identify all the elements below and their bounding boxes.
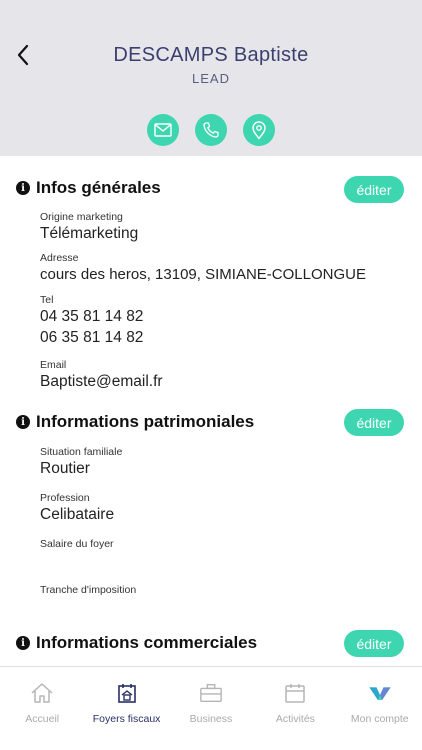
family-situation-label: Situation familiale xyxy=(40,446,123,458)
tab-accueil[interactable]: Accueil xyxy=(0,667,84,750)
tax-bracket-label: Tranche d'imposition xyxy=(40,584,137,596)
location-button[interactable] xyxy=(243,114,275,146)
edit-general-button[interactable]: éditer xyxy=(344,176,404,203)
address-value: cours des heros, 13109, SIMIANE-COLLONGU… xyxy=(40,266,366,283)
address-label: Adresse xyxy=(40,252,79,264)
info-icon: i xyxy=(16,415,30,429)
section-title-text: Infos générales xyxy=(36,178,161,197)
section-commercial-title: i Informations commerciales xyxy=(16,633,257,653)
contact-name: DESCAMPS Baptiste xyxy=(113,44,309,66)
calendar-icon xyxy=(283,681,307,705)
tab-label: Activités xyxy=(275,713,315,725)
tab-label: Business xyxy=(189,713,233,725)
contact-status: LEAD xyxy=(192,71,230,86)
bottom-tab-bar: Accueil Foyers fiscaux Business Activité… xyxy=(0,666,422,750)
contact-details[interactable]: i Infos générales éditer Origine marketi… xyxy=(0,156,422,666)
brand-logo-icon xyxy=(368,681,392,705)
tel-value-2[interactable]: 06 35 81 14 82 xyxy=(40,329,143,347)
briefcase-icon xyxy=(199,681,223,705)
section-title-text: Informations patrimoniales xyxy=(36,412,255,431)
profession-value: Celibataire xyxy=(40,506,115,523)
info-icon: i xyxy=(16,636,30,650)
location-pin-icon xyxy=(252,120,266,140)
profession-label: Profession xyxy=(40,492,90,504)
tab-foyers-fiscaux[interactable]: Foyers fiscaux xyxy=(84,667,168,750)
contact-header: DESCAMPS Baptiste LEAD xyxy=(0,0,422,156)
phone-icon xyxy=(203,122,219,138)
edit-commercial-button[interactable]: éditer xyxy=(344,630,404,657)
call-button[interactable] xyxy=(195,114,227,146)
tab-label: Mon compte xyxy=(350,713,409,725)
tab-label: Foyers fiscaux xyxy=(92,713,161,725)
origin-value: Télémarketing xyxy=(40,225,139,242)
tel-label: Tel xyxy=(40,294,54,306)
section-general-title: i Infos générales xyxy=(16,178,161,198)
tab-activites[interactable]: Activités xyxy=(253,667,337,750)
home-icon xyxy=(30,681,54,705)
family-situation-value: Routier xyxy=(40,460,90,477)
tab-business[interactable]: Business xyxy=(169,667,253,750)
section-patrimonial-title: i Informations patrimoniales xyxy=(16,412,254,432)
contact-actions xyxy=(0,114,422,146)
info-icon: i xyxy=(16,181,30,195)
email-label: Email xyxy=(40,359,67,371)
section-title-text: Informations commerciales xyxy=(36,633,258,652)
mail-icon xyxy=(154,123,172,137)
tab-label: Accueil xyxy=(25,713,60,725)
origin-label: Origine marketing xyxy=(40,211,123,223)
household-icon xyxy=(115,681,139,705)
edit-patrimonial-button[interactable]: éditer xyxy=(344,409,404,436)
email-value[interactable]: Baptiste@email.fr xyxy=(40,373,163,391)
salary-label: Salaire du foyer xyxy=(40,538,114,550)
tel-value-1[interactable]: 04 35 81 14 82 xyxy=(40,308,143,326)
email-button[interactable] xyxy=(147,114,179,146)
tab-mon-compte[interactable]: Mon compte xyxy=(338,667,422,750)
